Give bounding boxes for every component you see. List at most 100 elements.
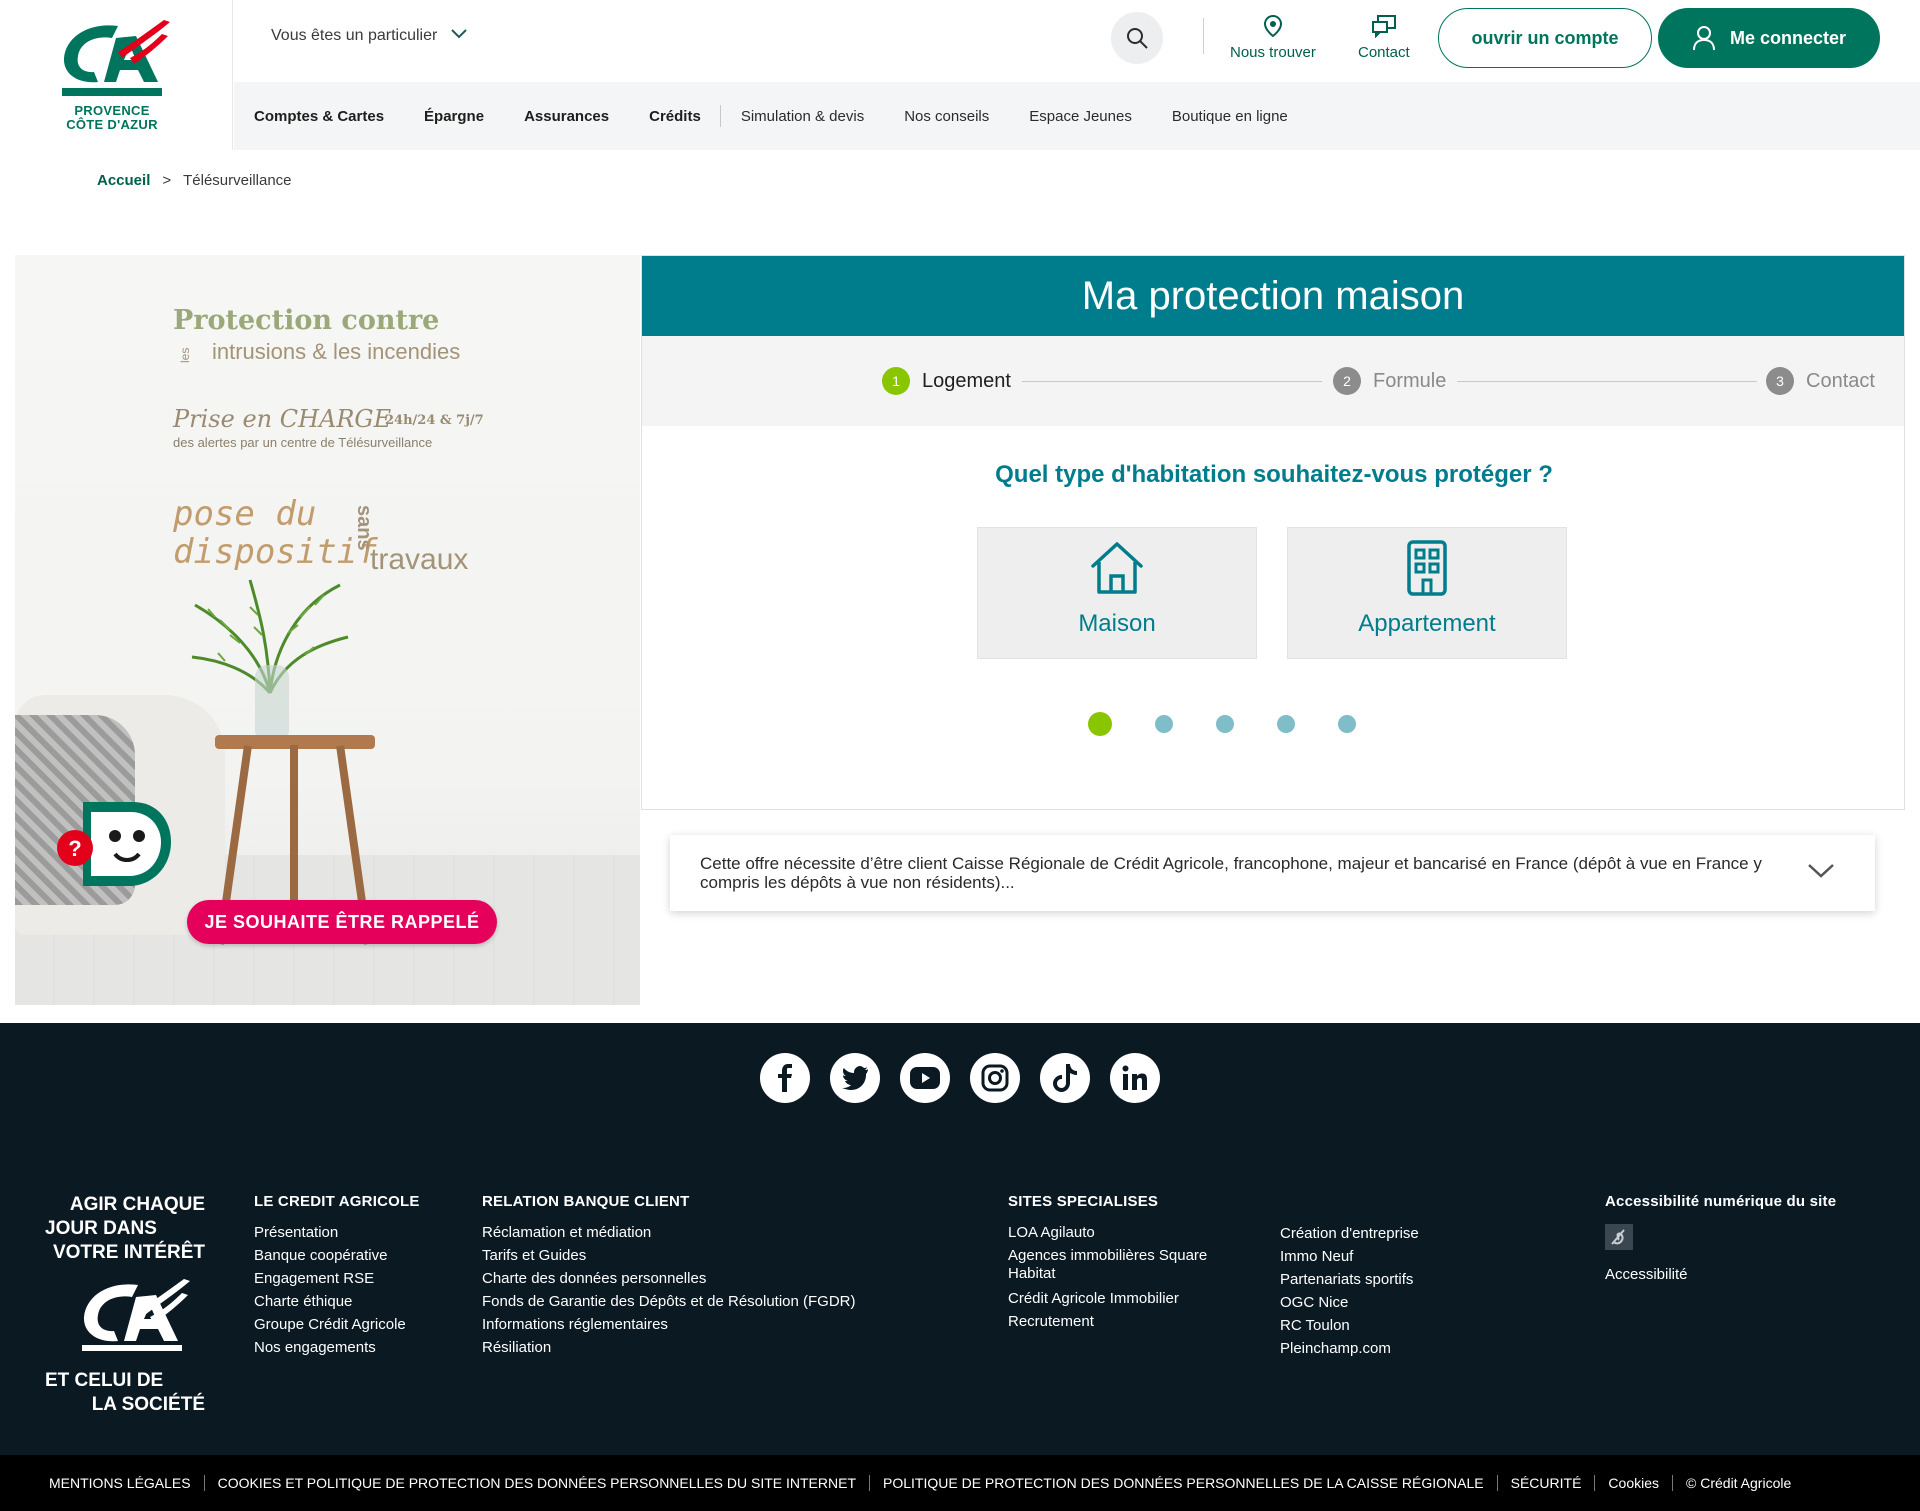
table-leg bbox=[290, 745, 298, 915]
instagram-link[interactable] bbox=[970, 1053, 1020, 1103]
pagination-dot-3[interactable] bbox=[1215, 715, 1234, 733]
legal-link-securite[interactable]: SÉCURITÉ bbox=[1498, 1475, 1595, 1491]
step-label: Logement bbox=[922, 369, 1011, 392]
offer-conditions-accordion[interactable]: Cette offre nécessite d’être client Cais… bbox=[670, 835, 1875, 911]
footer-link[interactable]: Informations réglementaires bbox=[482, 1316, 856, 1334]
nav-item-assurances[interactable]: Assurances bbox=[504, 108, 629, 125]
nav-item-jeunes[interactable]: Espace Jeunes bbox=[1009, 108, 1152, 125]
contact-link[interactable]: Contact bbox=[1358, 14, 1410, 61]
footer-link[interactable]: Résiliation bbox=[482, 1339, 856, 1357]
breadcrumb-home[interactable]: Accueil bbox=[97, 172, 150, 189]
tiktok-link[interactable] bbox=[1040, 1053, 1090, 1103]
footer-link[interactable]: Pleinchamp.com bbox=[1280, 1340, 1419, 1358]
breadcrumb-current: Télésurveillance bbox=[183, 172, 292, 189]
legal-link-mentions[interactable]: MENTIONS LÉGALES bbox=[36, 1475, 204, 1491]
credit-agricole-logo-icon bbox=[62, 20, 170, 96]
choice-appartement[interactable]: Appartement bbox=[1287, 527, 1567, 659]
footer-col-accessibilite: Accessibilité numérique du site Accessib… bbox=[1605, 1193, 1836, 1289]
facebook-icon bbox=[778, 1064, 792, 1092]
footer-link[interactable]: Charte éthique bbox=[254, 1293, 420, 1311]
footer-link[interactable]: Partenariats sportifs bbox=[1280, 1271, 1419, 1289]
stepper: 1 Logement 2 Formule 3 Contact bbox=[642, 336, 1904, 426]
logo-area[interactable]: PROVENCE CÔTE D'AZUR bbox=[0, 0, 233, 150]
pagination-dot-4[interactable] bbox=[1276, 715, 1295, 733]
region-line-1: PROVENCE bbox=[74, 103, 150, 118]
youtube-link[interactable] bbox=[900, 1053, 950, 1103]
nav-item-simulation[interactable]: Simulation & devis bbox=[721, 108, 884, 125]
footer-link[interactable]: OGC Nice bbox=[1280, 1294, 1419, 1312]
footer-link[interactable]: Groupe Crédit Agricole bbox=[254, 1316, 420, 1334]
legal-link-data-policy[interactable]: POLITIQUE DE PROTECTION DES DONNÉES PERS… bbox=[870, 1475, 1497, 1491]
hero-text-24h: 24h/24 & 7j/7 bbox=[385, 413, 484, 428]
footer-link[interactable]: Agences immobilières Square Habitat bbox=[1008, 1247, 1258, 1283]
nav-item-credits[interactable]: Crédits bbox=[629, 108, 721, 125]
breadcrumb: Accueil > Télésurveillance bbox=[97, 172, 292, 189]
step-number: 2 bbox=[1333, 367, 1361, 395]
offer-text: Cette offre nécessite d’être client Cais… bbox=[700, 854, 1762, 892]
twitter-link[interactable] bbox=[830, 1053, 880, 1103]
facebook-link[interactable] bbox=[760, 1053, 810, 1103]
linkedin-link[interactable] bbox=[1110, 1053, 1160, 1103]
youtube-icon bbox=[910, 1067, 940, 1089]
footer-link[interactable]: RC Toulon bbox=[1280, 1317, 1419, 1335]
slogan-line: AGIR CHAQUE bbox=[69, 1194, 205, 1215]
pagination-dot-1[interactable] bbox=[1087, 712, 1112, 736]
legal-bar: MENTIONS LÉGALES COOKIES ET POLITIQUE DE… bbox=[0, 1455, 1920, 1511]
chevron-down-icon bbox=[451, 29, 468, 39]
form-question: Quel type d'habitation souhaitez-vous pr… bbox=[995, 461, 1553, 488]
form-title: Ma protection maison bbox=[642, 256, 1904, 336]
pagination-dots bbox=[642, 712, 1906, 736]
contact-label: Contact bbox=[1358, 44, 1410, 61]
step-connector bbox=[1022, 381, 1322, 382]
footer-link[interactable]: Fonds de Garantie des Dépôts et de Résol… bbox=[482, 1293, 856, 1311]
chatbot-mascot-icon[interactable]: ? bbox=[53, 798, 173, 894]
step-formule[interactable]: 2 Formule bbox=[1333, 367, 1446, 395]
tiktok-icon bbox=[1053, 1064, 1077, 1092]
persona-selector[interactable]: Vous êtes un particulier bbox=[271, 27, 468, 45]
pagination-dot-5[interactable] bbox=[1337, 715, 1356, 733]
legal-link-cookies-policy[interactable]: COOKIES ET POLITIQUE DE PROTECTION DES D… bbox=[205, 1475, 869, 1491]
open-account-button[interactable]: ouvrir un compte bbox=[1438, 8, 1652, 68]
step-contact[interactable]: 3 Contact bbox=[1766, 367, 1875, 395]
step-logement[interactable]: 1 Logement bbox=[882, 367, 1011, 395]
choice-maison[interactable]: Maison bbox=[977, 527, 1257, 659]
search-button[interactable] bbox=[1111, 12, 1163, 64]
hero-text-protection: Protection contre bbox=[173, 305, 440, 336]
vase-illustration bbox=[255, 665, 289, 737]
slogan-line: ET CELUI DE bbox=[45, 1370, 164, 1391]
step-connector bbox=[1457, 381, 1757, 382]
footer-link[interactable]: Banque coopérative bbox=[254, 1247, 420, 1265]
footer-link[interactable]: Charte des données personnelles bbox=[482, 1270, 856, 1288]
footer-link[interactable]: Tarifs et Guides bbox=[482, 1247, 856, 1265]
slogan-line: LA SOCIÉTÉ bbox=[91, 1394, 205, 1415]
footer-link[interactable]: LOA Agilauto bbox=[1008, 1224, 1258, 1242]
social-links bbox=[0, 1053, 1920, 1103]
user-icon bbox=[1692, 26, 1715, 51]
nav-item-conseils[interactable]: Nos conseils bbox=[884, 108, 1009, 125]
footer-link[interactable]: Immo Neuf bbox=[1280, 1248, 1419, 1266]
pagination-dot-2[interactable] bbox=[1154, 715, 1173, 733]
nav-item-boutique[interactable]: Boutique en ligne bbox=[1152, 108, 1308, 125]
nav-item-comptes-cartes[interactable]: Comptes & Cartes bbox=[234, 108, 404, 125]
accessibility-icon bbox=[1605, 1224, 1633, 1250]
legal-link-cookies[interactable]: Cookies bbox=[1595, 1475, 1672, 1491]
footer-link[interactable]: Nos engagements bbox=[254, 1339, 420, 1357]
nav-item-epargne[interactable]: Épargne bbox=[404, 108, 504, 125]
footer-link[interactable]: Crédit Agricole Immobilier bbox=[1008, 1290, 1258, 1308]
footer-link[interactable]: Présentation bbox=[254, 1224, 420, 1242]
login-button[interactable]: Me connecter bbox=[1658, 8, 1880, 68]
find-us-link[interactable]: Nous trouver bbox=[1230, 14, 1316, 61]
house-icon bbox=[1091, 542, 1143, 594]
footer-col-title: LE CREDIT AGRICOLE bbox=[254, 1193, 420, 1210]
hero-image: Protection contre les intrusions & les i… bbox=[15, 255, 640, 1005]
footer-link[interactable]: Création d'entreprise bbox=[1280, 1225, 1419, 1243]
callback-button[interactable]: JE SOUHAITE ÊTRE RAPPELÉ bbox=[187, 900, 497, 944]
linkedin-icon bbox=[1122, 1065, 1147, 1090]
footer-link[interactable]: Recrutement bbox=[1008, 1313, 1258, 1331]
accessibility-link[interactable]: Accessibilité bbox=[1605, 1266, 1836, 1284]
chevron-down-icon bbox=[1808, 864, 1834, 878]
footer-link[interactable]: Réclamation et médiation bbox=[482, 1224, 856, 1242]
footer-link[interactable]: Engagement RSE bbox=[254, 1270, 420, 1288]
footer-col-title: Accessibilité numérique du site bbox=[1605, 1193, 1837, 1210]
choice-label: Maison bbox=[1078, 610, 1156, 637]
